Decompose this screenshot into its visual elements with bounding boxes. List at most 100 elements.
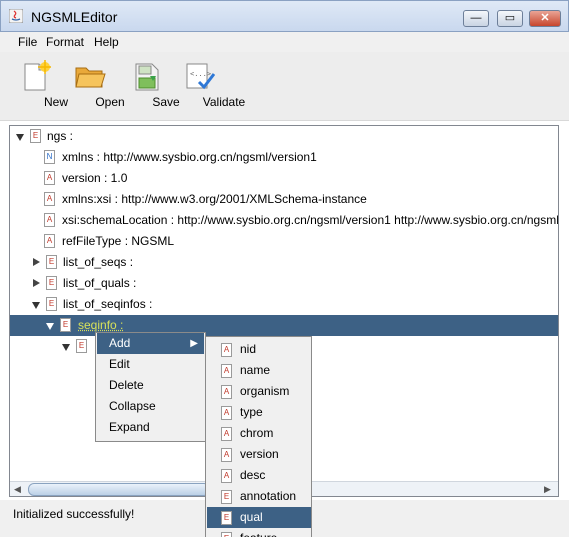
- new-button[interactable]: New: [14, 52, 68, 118]
- submenu-item-annotation[interactable]: E annotation: [207, 486, 311, 507]
- tree-node-label: list_of_seqinfos :: [63, 297, 153, 311]
- expand-toggle-icon[interactable]: [32, 302, 40, 309]
- element-node-icon: E: [221, 511, 232, 525]
- attribute-node-icon: A: [44, 234, 55, 248]
- window-title: NGSMLEditor: [31, 9, 118, 25]
- attribute-node-icon: A: [44, 192, 55, 206]
- submenu-arrow-icon: ▶: [190, 338, 198, 349]
- tree-node-xmlns[interactable]: N xmlns : http://www.sysbio.org.cn/ngsml…: [44, 147, 544, 168]
- menu-item-label: Add: [109, 336, 131, 350]
- menu-item-collapse[interactable]: Collapse: [97, 396, 204, 417]
- submenu-item-version[interactable]: A version: [207, 444, 311, 465]
- element-node-icon: E: [221, 532, 232, 537]
- save-button[interactable]: Save: [126, 52, 180, 118]
- tree-node-label: xmlns : http://www.sysbio.org.cn/ngsml/v…: [62, 150, 317, 164]
- submenu-item-desc[interactable]: A desc: [207, 465, 311, 486]
- tree-node-version[interactable]: A version : 1.0: [44, 168, 344, 189]
- toolbar: New Open Save <...> Validate: [0, 52, 569, 121]
- element-node-icon: E: [46, 255, 57, 269]
- submenu-item-label: feature: [240, 528, 277, 537]
- open-label: Open: [95, 95, 125, 109]
- scrollbar-thumb[interactable]: [28, 483, 210, 496]
- submenu-item-feature[interactable]: E feature: [207, 528, 311, 537]
- menu-item-expand[interactable]: Expand: [97, 417, 204, 438]
- add-submenu: A nid A name A organism A type A chrom A…: [205, 336, 312, 537]
- element-node-icon: E: [60, 318, 71, 332]
- submenu-item-type[interactable]: A type: [207, 402, 311, 423]
- validate-document-icon: <...>: [186, 63, 215, 90]
- element-node-icon: E: [46, 297, 57, 311]
- close-button[interactable]: ✕: [529, 10, 561, 27]
- tree-node-label: version : 1.0: [62, 171, 128, 185]
- tree-node-label: refFileType : NGSML: [62, 234, 175, 248]
- submenu-item-label: desc: [240, 468, 266, 482]
- submenu-item-label: name: [240, 363, 271, 377]
- attribute-node-icon: A: [221, 406, 232, 420]
- collapsed-toggle-icon[interactable]: [33, 258, 40, 266]
- submenu-item-label: nid: [240, 342, 257, 356]
- attribute-node-icon: A: [221, 427, 232, 441]
- attribute-node-icon: A: [44, 171, 55, 185]
- submenu-item-label: organism: [240, 384, 290, 398]
- submenu-item-qual[interactable]: E qual: [207, 507, 311, 528]
- expand-toggle-icon[interactable]: [46, 323, 54, 330]
- element-node-icon: E: [46, 276, 57, 290]
- attribute-node-icon: A: [221, 343, 232, 357]
- submenu-item-label: chrom: [240, 426, 274, 440]
- validate-label: Validate: [202, 95, 246, 109]
- attribute-node-icon: A: [44, 213, 55, 227]
- title-bar: NGSMLEditor — ▭ ✕: [0, 0, 569, 32]
- menu-item-edit[interactable]: Edit: [97, 354, 204, 375]
- submenu-item-label: version: [240, 447, 279, 461]
- scroll-left-icon[interactable]: ◀: [14, 484, 21, 495]
- menu-format[interactable]: Format: [46, 35, 84, 49]
- save-disk-icon: [135, 63, 159, 91]
- element-node-icon: E: [76, 339, 87, 353]
- context-menu: Add ▶ Edit Delete Collapse Expand: [95, 332, 206, 442]
- svg-text:<...>: <...>: [190, 70, 211, 78]
- minimize-button[interactable]: —: [463, 10, 489, 27]
- menu-file[interactable]: File: [18, 35, 37, 49]
- element-node-icon: E: [30, 129, 41, 143]
- submenu-item-label: type: [240, 405, 263, 419]
- submenu-item-label: annotation: [240, 489, 297, 503]
- menu-item-delete[interactable]: Delete: [97, 375, 204, 396]
- tree-node-schema-location[interactable]: A xsi:schemaLocation : http://www.sysbio…: [44, 210, 558, 231]
- tree-node-label: list_of_quals :: [63, 276, 137, 290]
- namespace-node-icon: N: [44, 150, 55, 164]
- menu-help[interactable]: Help: [94, 35, 119, 49]
- element-node-icon: E: [221, 490, 232, 504]
- tree-node-ref-file-type[interactable]: A refFileType : NGSML: [44, 231, 344, 252]
- submenu-item-organism[interactable]: A organism: [207, 381, 311, 402]
- tree-node-label: xsi:schemaLocation : http://www.sysbio.o…: [62, 213, 558, 227]
- tree-node-label: ngs :: [47, 129, 74, 143]
- tree-node-xmlns-xsi[interactable]: A xmlns:xsi : http://www.w3.org/2001/XML…: [44, 189, 544, 210]
- submenu-item-chrom[interactable]: A chrom: [207, 423, 311, 444]
- attribute-node-icon: A: [221, 364, 232, 378]
- submenu-item-label: qual: [240, 510, 263, 524]
- expand-toggle-icon[interactable]: [16, 134, 24, 141]
- menu-item-add[interactable]: Add ▶: [97, 333, 204, 354]
- attribute-node-icon: A: [221, 385, 232, 399]
- tree-node-list-of-seqinfos[interactable]: E list_of_seqinfos :: [32, 294, 332, 315]
- scroll-right-icon[interactable]: ▶: [544, 484, 551, 495]
- menu-bar: File Format Help: [0, 32, 569, 52]
- tree-node-list-of-seqs[interactable]: E list_of_seqs :: [32, 252, 332, 273]
- submenu-item-nid[interactable]: A nid: [207, 339, 311, 360]
- tree-node-label: list_of_seqs :: [63, 255, 134, 269]
- tree-node-label: xmlns:xsi : http://www.w3.org/2001/XMLSc…: [62, 192, 367, 206]
- collapsed-toggle-icon[interactable]: [33, 279, 40, 287]
- validate-button[interactable]: <...> Validate: [174, 52, 245, 118]
- tree-node-list-of-quals[interactable]: E list_of_quals :: [32, 273, 332, 294]
- attribute-node-icon: A: [221, 469, 232, 483]
- expand-toggle-icon[interactable]: [62, 344, 70, 351]
- open-folder-icon: [75, 67, 106, 88]
- tree-node-ngs[interactable]: E ngs :: [16, 126, 316, 147]
- status-text: Initialized successfully!: [13, 507, 135, 521]
- submenu-item-name[interactable]: A name: [207, 360, 311, 381]
- new-document-icon: [24, 60, 51, 91]
- java-app-icon: [9, 9, 23, 23]
- attribute-node-icon: A: [221, 448, 232, 462]
- maximize-button[interactable]: ▭: [497, 10, 523, 27]
- open-button[interactable]: Open: [70, 52, 125, 118]
